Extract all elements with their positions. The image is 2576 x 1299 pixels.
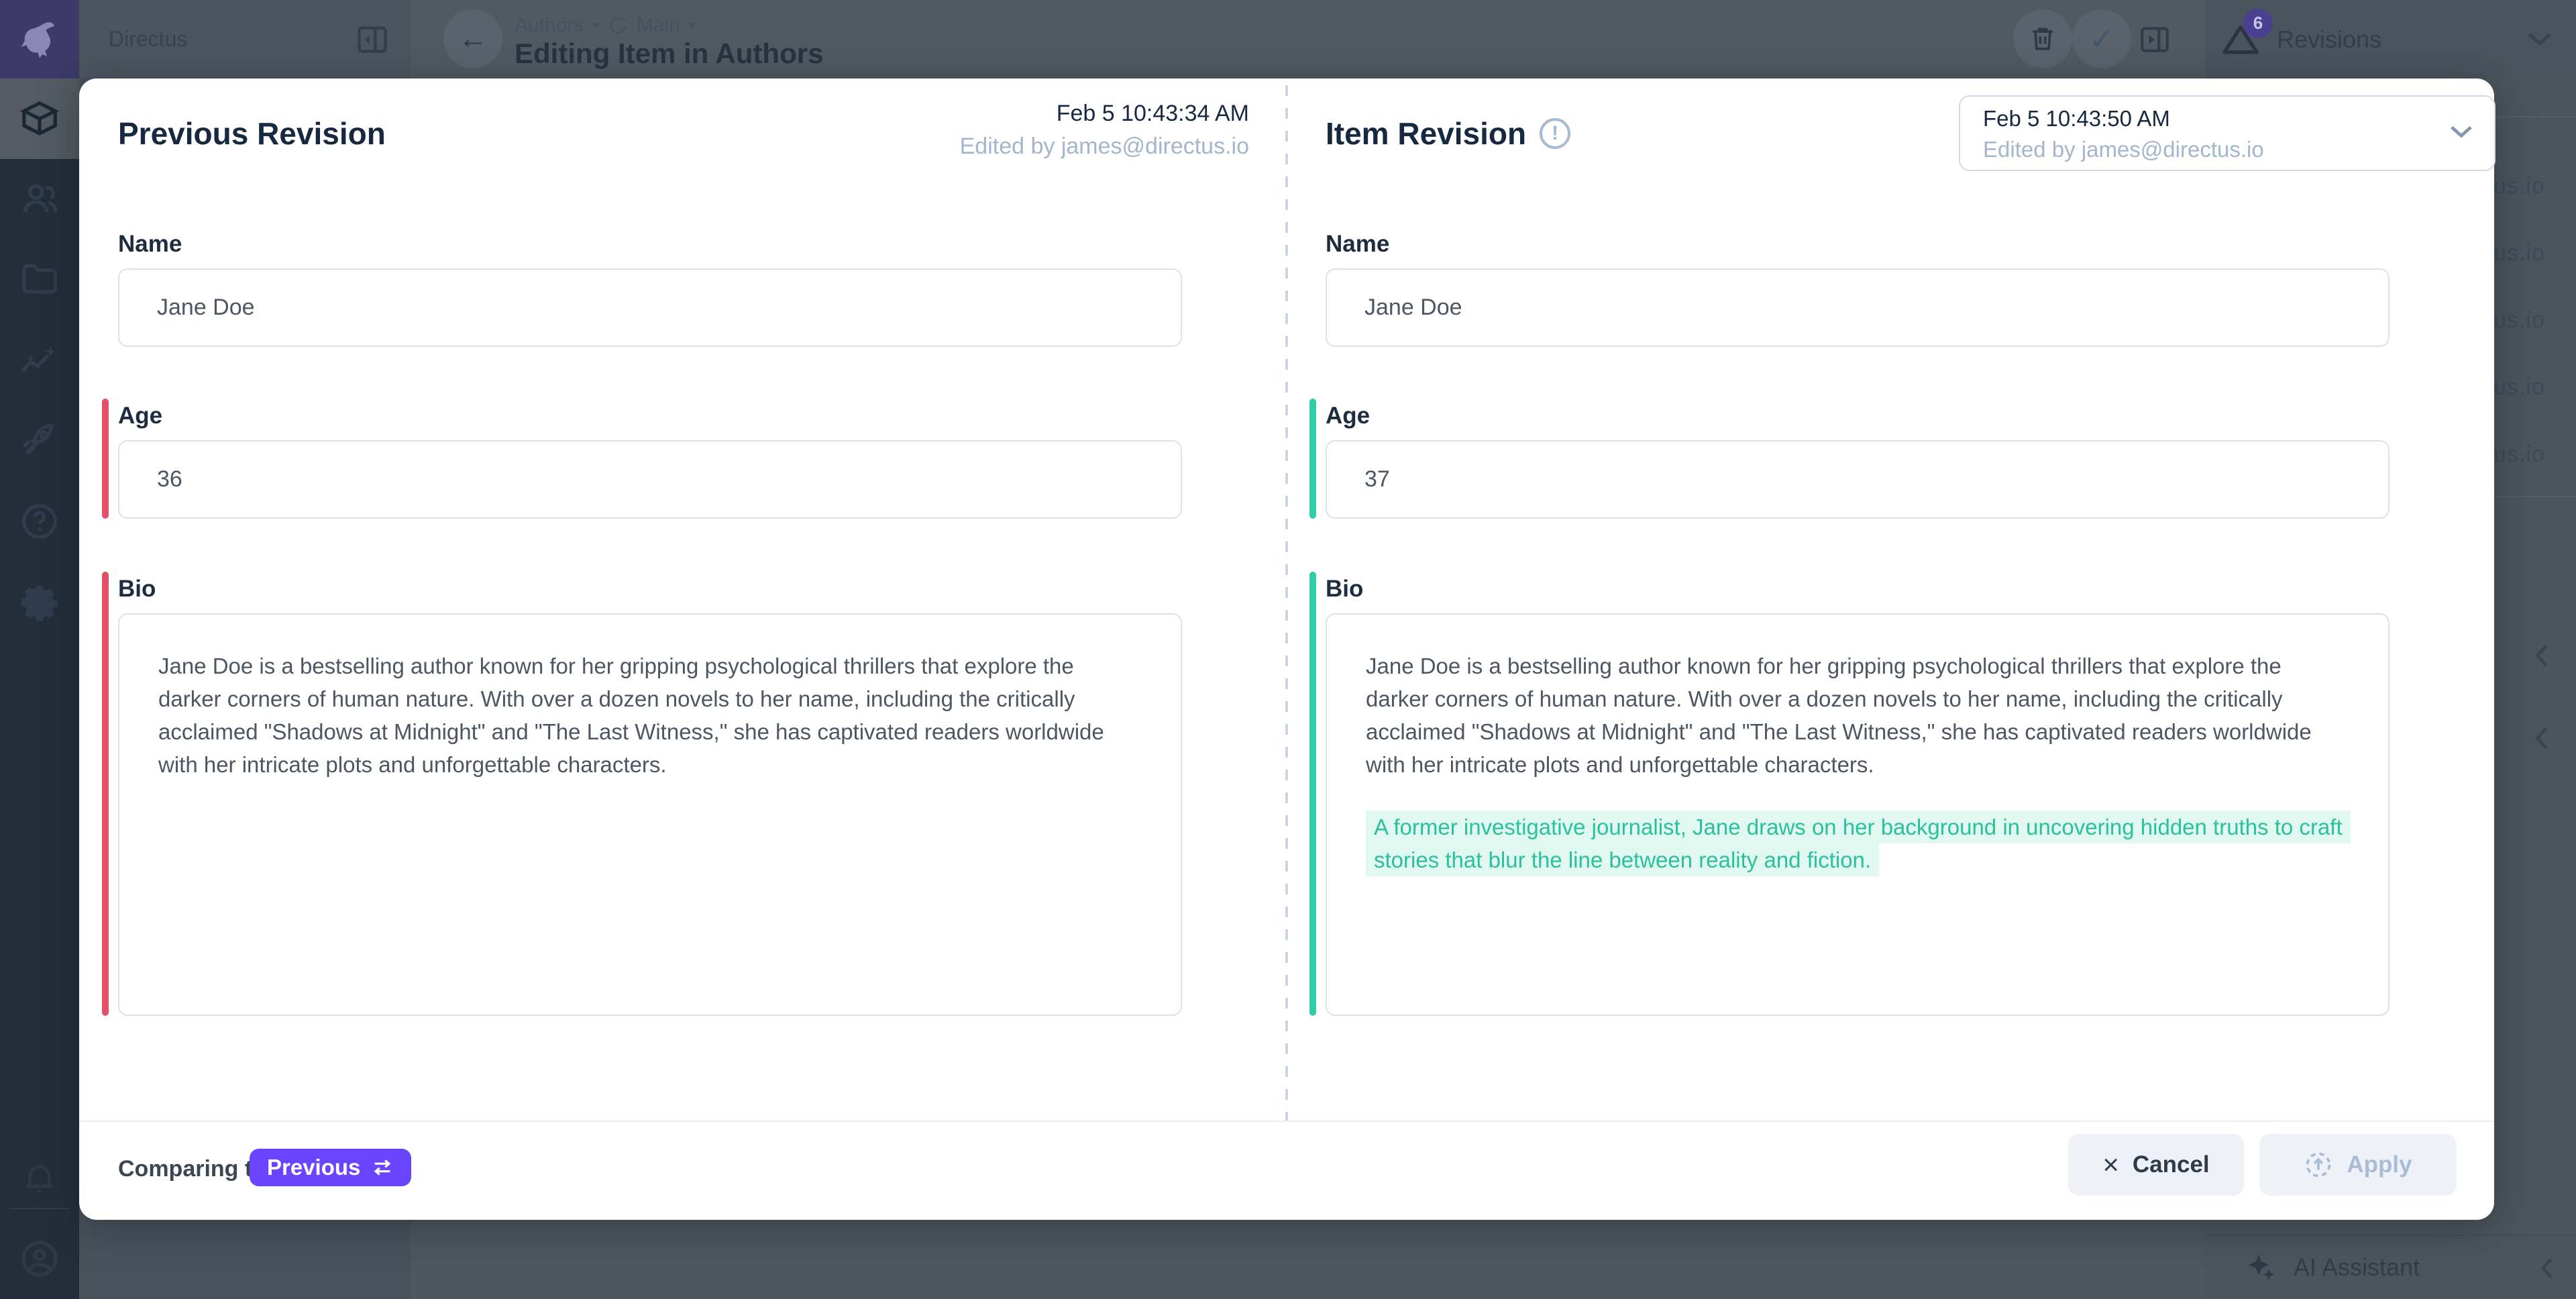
field-bio-previous: Bio Jane Doe is a bestselling author kno… — [118, 574, 1182, 1016]
field-label: Bio — [118, 574, 1182, 604]
page-title: Editing Item in Authors — [515, 38, 823, 70]
back-button[interactable]: ← — [443, 9, 502, 68]
back-arrow-icon: ← — [458, 24, 488, 54]
section-chevron-left-icon[interactable] — [2530, 642, 2553, 669]
added-diff-bar — [1309, 572, 1316, 1016]
name-input[interactable]: Jane Doe — [118, 268, 1182, 347]
module-help[interactable] — [0, 481, 79, 562]
module-insights[interactable] — [0, 320, 79, 401]
save-item-button[interactable]: ✓ — [2072, 9, 2131, 68]
module-files[interactable] — [0, 240, 79, 320]
field-name-previous: Name Jane Doe — [118, 229, 1182, 347]
previous-revision-edited-by: Edited by james@directus.io — [960, 134, 1249, 160]
revision-select-dropdown[interactable]: Feb 5 10:43:50 AM Edited by james@direct… — [1959, 95, 2496, 171]
bio-added-paragraph: A former investigative journalist, Jane … — [1366, 811, 2349, 876]
item-revision-title: Item Revision — [1326, 115, 1526, 152]
bio-textarea[interactable]: Jane Doe is a bestselling author known f… — [118, 613, 1182, 1016]
bell-icon — [20, 1159, 59, 1198]
age-input[interactable]: 36 — [118, 440, 1182, 519]
revisions-delta-icon: 6 — [2219, 18, 2262, 61]
field-age-previous: Age 36 — [118, 401, 1182, 519]
sidebar-divider — [2482, 116, 2576, 117]
revisions-header[interactable]: 6 Revisions — [2219, 0, 2381, 79]
cancel-button[interactable]: × Cancel — [2068, 1134, 2244, 1196]
field-bio-item: Bio Jane Doe is a bestselling author kno… — [1326, 574, 2390, 1016]
apply-upload-icon — [2304, 1150, 2333, 1180]
insights-icon — [18, 339, 61, 382]
breadcrumb[interactable]: Authors • Main ▾ — [515, 14, 696, 37]
item-revision-edited-by: Edited by james@directus.io — [1983, 137, 2494, 162]
delete-item-button[interactable] — [2013, 9, 2072, 68]
field-label: Age — [1326, 401, 2390, 431]
ai-assistant-row[interactable]: AI Assistant — [2205, 1235, 2576, 1299]
previous-revision-timestamp: Feb 5 10:43:34 AM — [960, 101, 1249, 127]
users-icon — [18, 178, 61, 221]
version-name: Main — [637, 14, 680, 37]
bio-text: Jane Doe is a bestselling author known f… — [1366, 650, 2349, 781]
compare-target-button[interactable]: Previous — [250, 1149, 411, 1186]
comparing-to-label: Comparing to — [118, 1151, 266, 1187]
version-icon — [607, 15, 629, 36]
revisions-label: Revisions — [2277, 25, 2381, 54]
swap-icon — [371, 1157, 394, 1178]
module-users[interactable] — [0, 159, 79, 240]
module-settings[interactable] — [0, 562, 79, 642]
rocket-icon — [19, 420, 60, 462]
sparkles-icon — [2245, 1251, 2277, 1284]
dropdown-chevron-icon — [2449, 122, 2474, 141]
previous-revision-panel: Previous Revision Feb 5 10:43:34 AM Edit… — [79, 79, 1287, 1121]
collapse-nav-icon[interactable] — [352, 19, 392, 60]
folder-icon — [19, 259, 60, 301]
directus-rabbit-icon — [17, 17, 62, 62]
footer-divider — [79, 1121, 2494, 1122]
avatar-icon — [18, 1237, 61, 1280]
notifications-button[interactable] — [0, 1138, 79, 1218]
gear-icon — [18, 580, 61, 623]
field-label: Bio — [1326, 574, 2390, 604]
removed-diff-bar — [102, 399, 109, 519]
ai-chevron-left-icon — [2537, 1256, 2557, 1280]
section-chevron-left-icon[interactable] — [2530, 725, 2553, 751]
project-name: Directus — [109, 0, 187, 79]
toggle-sidebar-button[interactable] — [2133, 19, 2176, 60]
help-icon — [19, 501, 60, 542]
field-label: Age — [118, 401, 1182, 431]
added-diff-bar — [1309, 399, 1316, 519]
bio-text: Jane Doe is a bestselling author known f… — [158, 650, 1142, 781]
item-revision-panel: Item Revision ! Feb 5 10:43:50 AM Edited… — [1287, 79, 2494, 1121]
apply-button[interactable]: Apply — [2259, 1134, 2457, 1196]
info-icon: ! — [1540, 118, 1570, 149]
age-input[interactable]: 37 — [1326, 440, 2390, 519]
content-box-icon — [19, 98, 60, 140]
bio-textarea[interactable]: Jane Doe is a bestselling author known f… — [1326, 613, 2390, 1016]
version-chevron-icon: ▾ — [688, 17, 696, 34]
module-content[interactable] — [0, 79, 79, 159]
removed-diff-bar — [102, 572, 109, 1016]
revisions-count-badge: 6 — [2243, 9, 2273, 38]
name-input[interactable]: Jane Doe — [1326, 268, 2390, 347]
check-icon: ✓ — [2089, 21, 2115, 57]
field-name-item: Name Jane Doe — [1326, 229, 2390, 347]
module-marketplace[interactable] — [0, 401, 79, 481]
close-icon: × — [2102, 1149, 2119, 1181]
revisions-collapse-icon[interactable] — [2526, 29, 2553, 49]
item-revision-timestamp: Feb 5 10:43:50 AM — [1983, 106, 2494, 132]
directus-logo[interactable] — [0, 0, 79, 79]
previous-revision-title: Previous Revision — [118, 115, 386, 152]
panel-right-icon — [2138, 23, 2171, 56]
field-label: Name — [118, 229, 1182, 259]
field-label: Name — [1326, 229, 2390, 259]
field-age-item: Age 37 — [1326, 401, 2390, 519]
trash-icon — [2028, 24, 2057, 54]
revision-compare-modal: Previous Revision Feb 5 10:43:34 AM Edit… — [79, 79, 2494, 1220]
sidebar-divider — [2482, 496, 2576, 497]
ai-assistant-label: AI Assistant — [2294, 1253, 2420, 1282]
user-menu-button[interactable] — [0, 1218, 79, 1299]
module-bar-divider — [9, 1208, 70, 1209]
